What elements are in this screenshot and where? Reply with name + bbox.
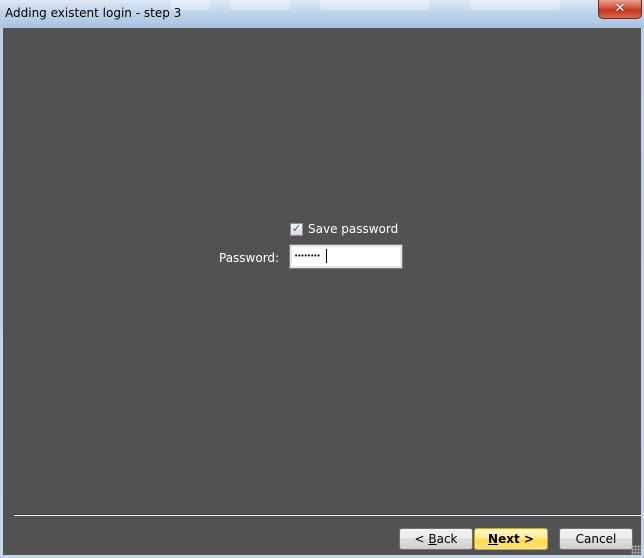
close-icon: ✕: [614, 1, 626, 16]
password-label: Password:: [219, 251, 280, 265]
next-button[interactable]: Next >: [474, 528, 548, 550]
cancel-button[interactable]: Cancel: [559, 528, 633, 550]
cancel-button-label: Cancel: [575, 532, 617, 546]
title-bar-glass: [470, 0, 560, 10]
title-bar-glass: [320, 0, 430, 10]
save-password-label[interactable]: Save password: [308, 222, 398, 236]
title-bar-glass: [230, 0, 290, 10]
checkmark-icon: ✓: [291, 221, 302, 235]
footer-separator: [14, 514, 641, 516]
text-caret: [326, 249, 327, 263]
resize-grip-icon[interactable]: [631, 545, 641, 555]
title-bar[interactable]: Adding existent login - step 3 ✕: [0, 0, 644, 28]
next-button-label: Next >: [488, 532, 534, 546]
window-title: Adding existent login - step 3: [5, 6, 182, 20]
save-password-option[interactable]: ✓ Save password: [290, 222, 398, 236]
wizard-client-area: ✓ Save password Password: •••••••• < Bac…: [3, 28, 641, 555]
password-masked-value: ••••••••: [294, 252, 321, 260]
save-password-checkbox[interactable]: ✓: [290, 221, 303, 236]
close-button[interactable]: ✕: [598, 0, 642, 19]
dialog-window: Adding existent login - step 3 ✕ ✓ Save …: [0, 0, 644, 558]
back-button-label: < Back: [414, 532, 458, 546]
password-input[interactable]: ••••••••: [289, 244, 403, 269]
back-button[interactable]: < Back: [399, 528, 473, 550]
